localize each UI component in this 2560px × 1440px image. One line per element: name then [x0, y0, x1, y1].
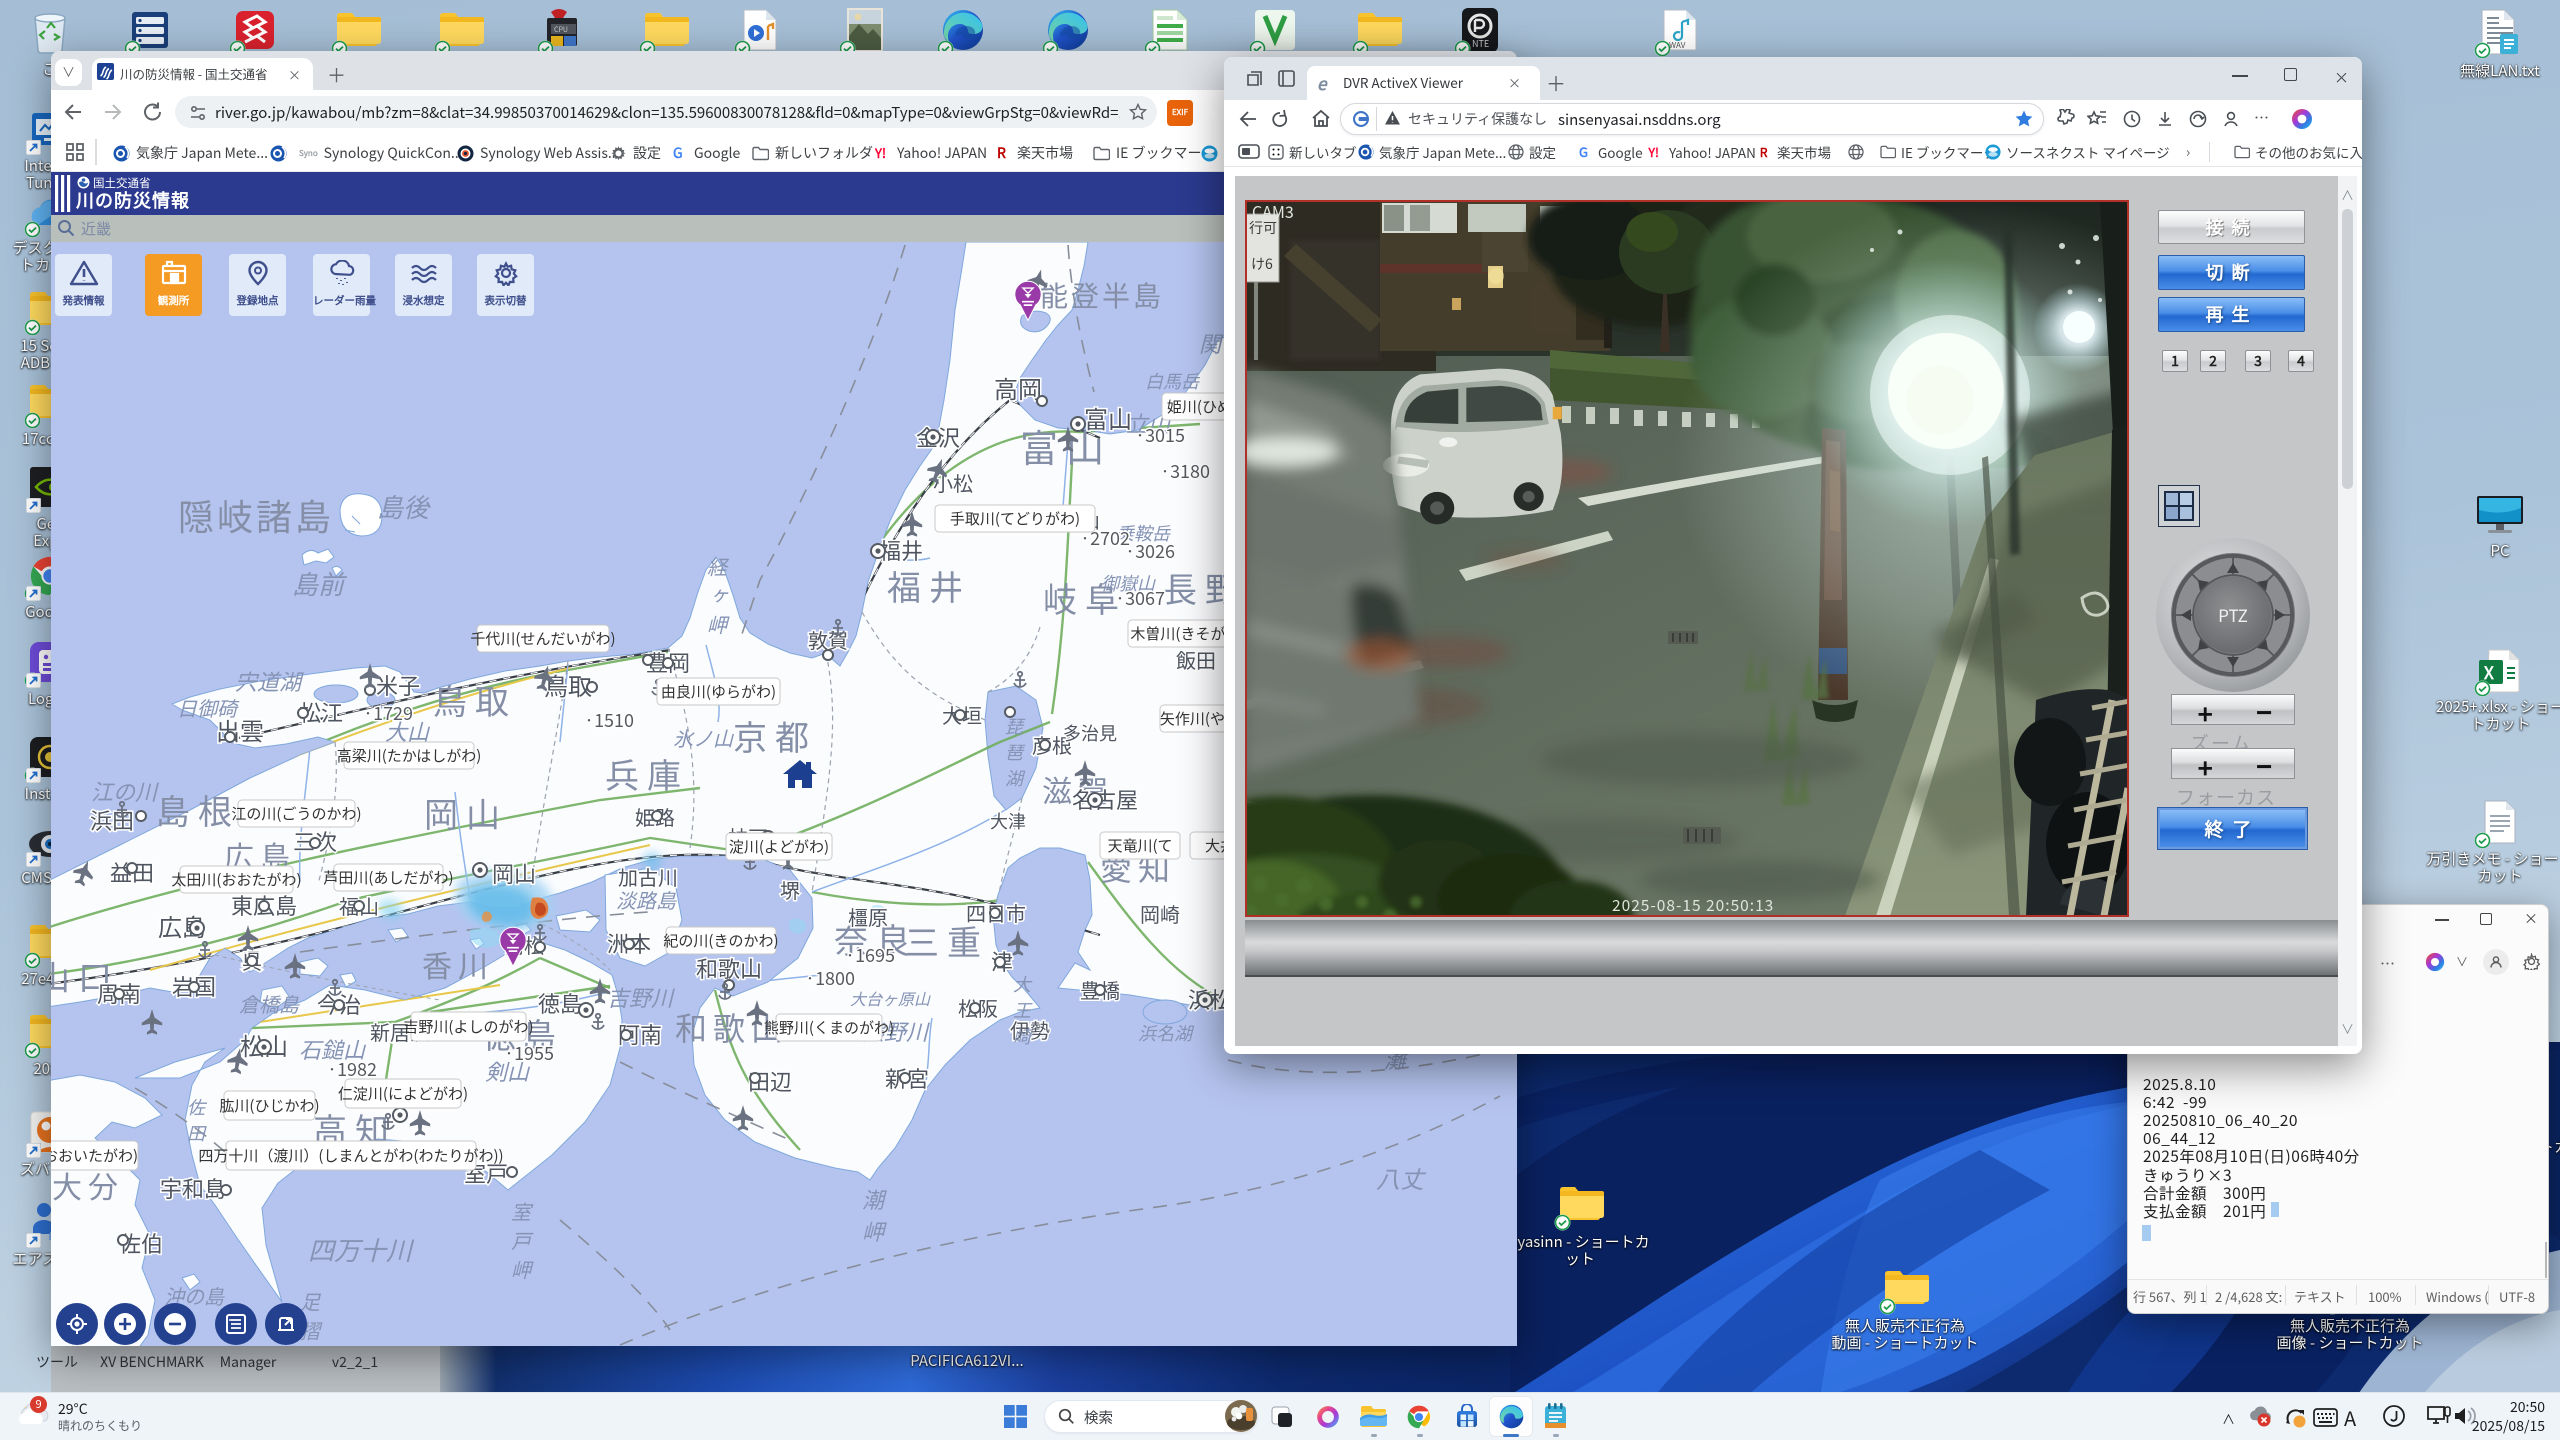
svg-text:兵庫: 兵庫	[605, 749, 689, 798]
svg-text:由良川(ゆらがわ): 由良川(ゆらがわ)	[661, 681, 776, 702]
svg-text:·1800: ·1800	[805, 965, 855, 991]
svg-text:·3015: ·3015	[1135, 422, 1185, 448]
svg-text:·1510: ·1510	[584, 707, 634, 733]
svg-text:大王崎: 大王崎	[1009, 971, 1035, 1049]
svg-text:岡山: 岡山	[492, 857, 536, 889]
svg-text:紀の川(きのかわ): 紀の川(きのかわ)	[663, 930, 778, 951]
svg-text:(おおいたがわ): (おおいたがわ)	[51, 1145, 138, 1166]
svg-text:室戸岬: 室戸岬	[507, 1197, 536, 1284]
svg-text:大台ヶ原山: 大台ヶ原山	[850, 986, 931, 1010]
svg-text:江の川(ごうのかわ): 江の川(ごうのかわ)	[231, 803, 361, 824]
svg-text:能登半島: 能登半島	[1040, 275, 1164, 315]
svg-text:吉野川(よしのがわ): 吉野川(よしのがわ)	[403, 1016, 533, 1037]
svg-text:島根: 島根	[156, 785, 240, 834]
svg-text:肱川(ひじかわ): 肱川(ひじかわ)	[219, 1095, 319, 1116]
svg-text:G: G	[673, 145, 683, 161]
svg-text:京都: 京都	[733, 711, 817, 760]
svg-text:淀川(よどがわ): 淀川(よどがわ)	[729, 836, 829, 857]
svg-text:潮岬: 潮岬	[857, 1183, 889, 1247]
svg-text:Y!: Y!	[1648, 145, 1659, 160]
svg-text:浜田: 浜田	[90, 804, 134, 836]
svg-text:Y!: Y!	[875, 145, 886, 161]
svg-text:·1982: ·1982	[327, 1056, 377, 1082]
svg-text:高岡: 高岡	[994, 370, 1042, 405]
svg-text:CPU: CPU	[554, 25, 568, 35]
svg-text:·3067: ·3067	[1115, 585, 1165, 611]
svg-text:岡崎: 岡崎	[1140, 899, 1180, 928]
svg-text:宍道湖: 宍道湖	[235, 665, 304, 697]
svg-text:四万十川（渡川）(しまんとがわ(わたりがわ)): 四万十川（渡川）(しまんとがわ(わたりがわ))	[198, 1145, 503, 1166]
svg-text:高梁川(たかはしがわ): 高梁川(たかはしがわ)	[337, 745, 482, 766]
svg-text:仁淀川(によどがわ): 仁淀川(によどがわ)	[338, 1083, 468, 1104]
svg-text:大津: 大津	[990, 808, 1026, 834]
svg-text:富山: 富山	[1084, 400, 1132, 435]
svg-text:氷ノ山: 氷ノ山	[673, 723, 734, 752]
svg-text:福井: 福井	[887, 561, 971, 610]
svg-text:橿原: 橿原	[848, 902, 888, 931]
svg-text:香川: 香川	[422, 942, 494, 986]
svg-text:八丈: 八丈	[1376, 1160, 1427, 1195]
svg-text:四万十川: 四万十川	[308, 1231, 415, 1268]
svg-text:堺: 堺	[780, 875, 800, 904]
svg-text:鳥取: 鳥取	[544, 667, 592, 702]
svg-text:G: G	[1579, 145, 1588, 160]
svg-text:島前: 島前	[292, 565, 348, 602]
svg-text:吉野川: 吉野川	[607, 981, 675, 1013]
svg-text:·1729: ·1729	[363, 700, 413, 726]
svg-text:R: R	[1760, 145, 1768, 160]
svg-text:熊野川(くまのがわ): 熊野川(くまのがわ)	[764, 1017, 894, 1038]
svg-text:淡路島: 淡路島	[616, 885, 677, 914]
svg-text:·3026: ·3026	[1125, 538, 1175, 564]
svg-text:倉橋島: 倉橋島	[239, 989, 300, 1018]
svg-text:米子: 米子	[376, 669, 420, 701]
svg-text:日御碕: 日御碕	[177, 693, 240, 722]
svg-text:岡山: 岡山	[424, 788, 508, 837]
svg-text:名古屋: 名古屋	[1072, 783, 1138, 815]
svg-text:PTZ: PTZ	[2218, 602, 2248, 627]
svg-text:·1955: ·1955	[504, 1040, 554, 1066]
svg-text:鳥取: 鳥取	[433, 675, 517, 724]
svg-text:白馬岳: 白馬岳	[1145, 368, 1200, 394]
svg-text:関: 関	[1199, 327, 1224, 359]
svg-text:佐田: 佐田	[183, 1094, 209, 1146]
svg-text:浜名湖: 浜名湖	[1138, 1020, 1195, 1046]
svg-text:徳島: 徳島	[538, 987, 582, 1019]
svg-text:R: R	[997, 145, 1006, 161]
svg-text:手取川(てどりがわ): 手取川(てどりがわ)	[950, 508, 1080, 529]
svg-text:天竜川(て: 天竜川(て	[1107, 835, 1172, 856]
svg-text:芦田川(あしだがわ): 芦田川(あしだがわ)	[323, 867, 453, 888]
svg-text:隠岐諸島: 隠岐諸島	[178, 489, 334, 541]
svg-text:宇和島: 宇和島	[160, 1172, 226, 1204]
svg-text:千代川(せんだいがわ): 千代川(せんだいがわ)	[470, 628, 615, 649]
svg-text:琵琶湖: 琵琶湖	[1001, 713, 1027, 791]
svg-text:飯田: 飯田	[1176, 645, 1216, 674]
svg-text:太田川(おおたがわ): 太田川(おおたがわ)	[171, 869, 301, 890]
svg-text:経ヶ岬: 経ヶ岬	[703, 552, 732, 639]
svg-text:多治見: 多治見	[1063, 720, 1117, 746]
svg-text:NTE: NTE	[1472, 37, 1489, 50]
svg-text:江の川: 江の川	[91, 775, 159, 807]
svg-text:WAV: WAV	[1669, 40, 1686, 51]
svg-text:島後: 島後	[377, 488, 431, 525]
svg-text:·3180: ·3180	[1160, 458, 1210, 484]
